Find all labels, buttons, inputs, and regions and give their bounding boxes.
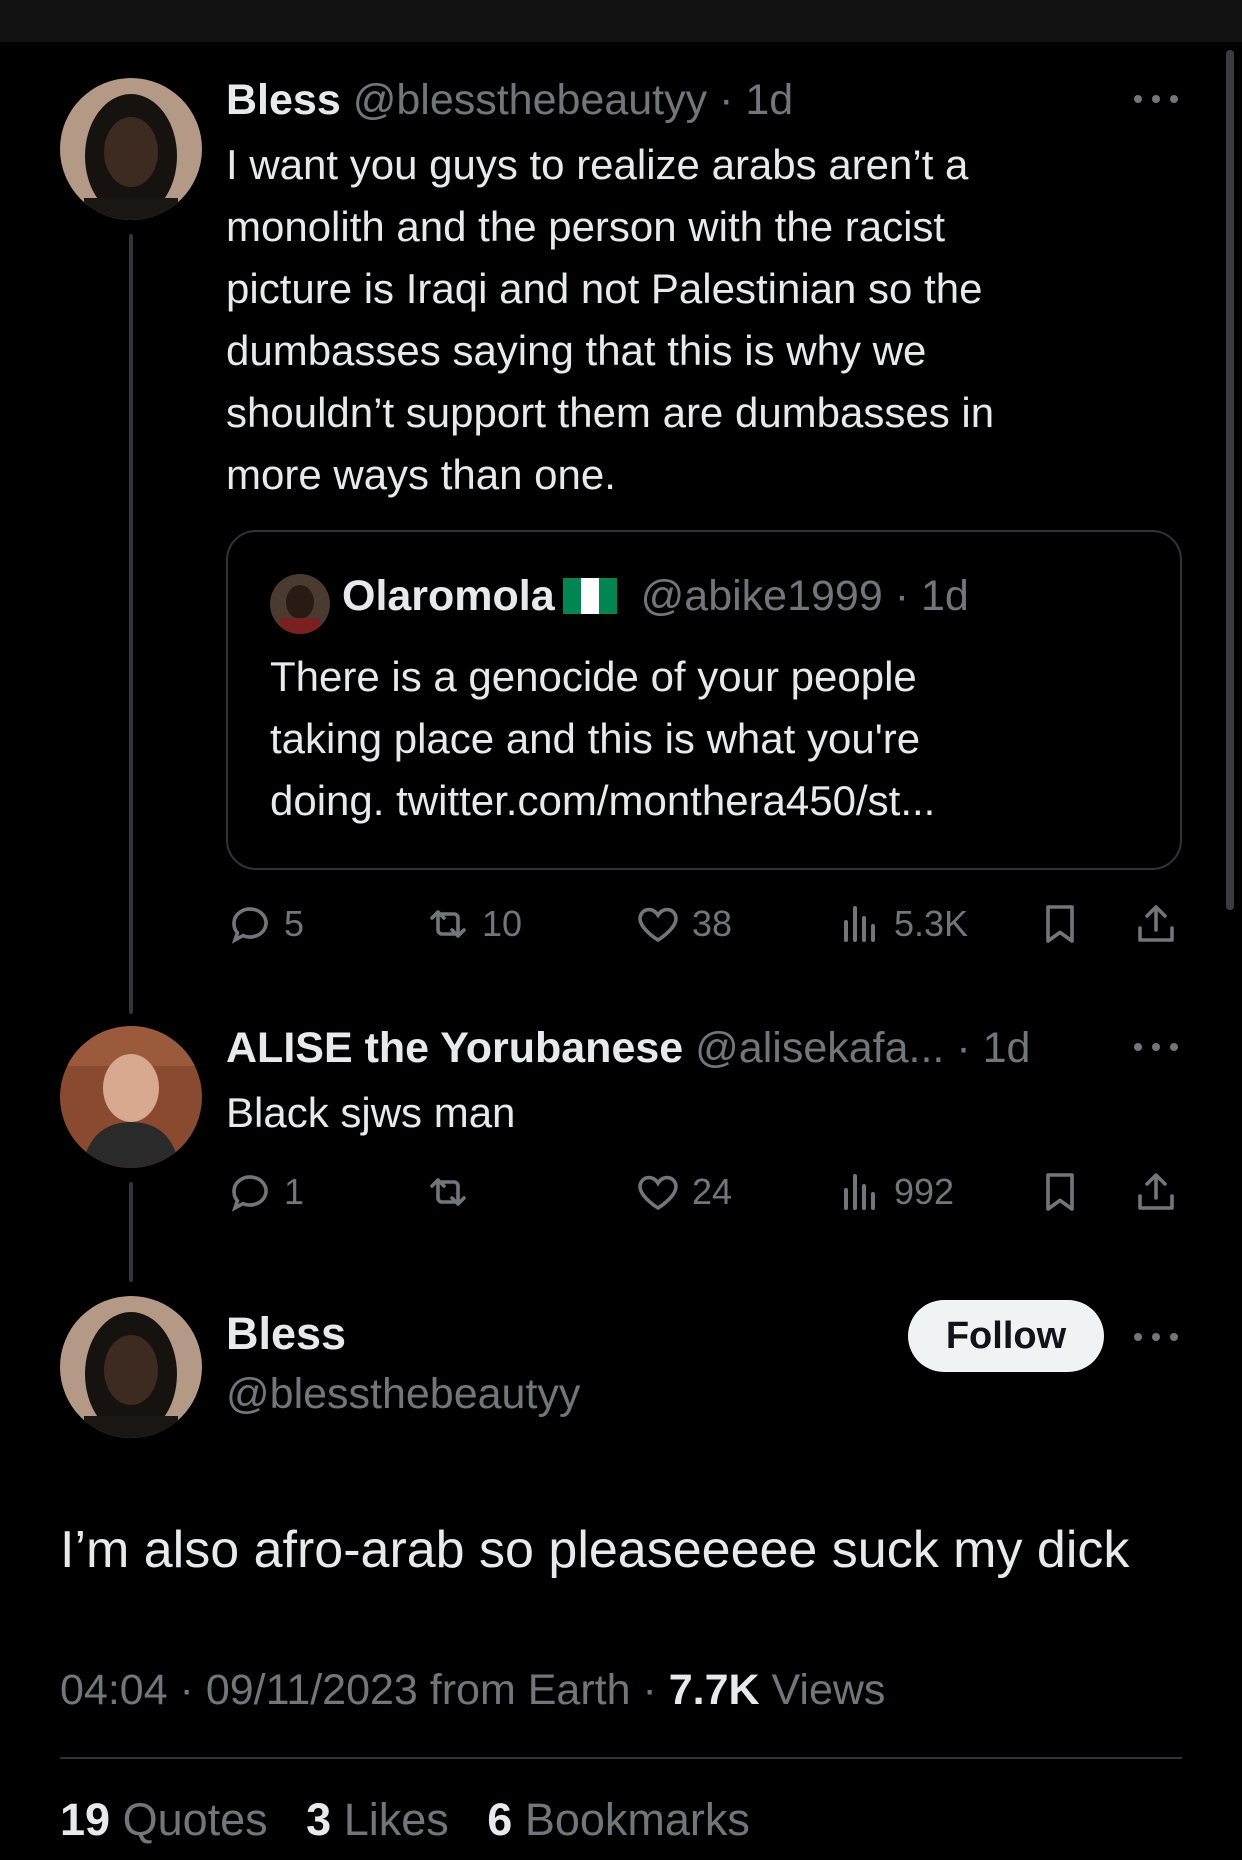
bookmark-icon [1046, 905, 1074, 943]
likes-count: 3 [306, 1794, 332, 1845]
views-count: 7.7K [668, 1666, 760, 1714]
tweet-time[interactable]: · 1d [719, 76, 793, 124]
repost-count: 10 [482, 903, 523, 944]
scrollbar[interactable] [1226, 50, 1234, 910]
quoted-author-name: Olaromola [342, 572, 555, 620]
like-count: 38 [692, 903, 733, 944]
quotes-stat[interactable]: 19 Quotes [60, 1794, 268, 1845]
divider [60, 1757, 1182, 1759]
views-count: 5.3K [894, 903, 969, 944]
reply-bubble-icon [231, 907, 268, 944]
bookmark-icon [1046, 1173, 1074, 1211]
author-handle[interactable]: @blessthebeautyy [226, 1370, 580, 1419]
scrollbar-thumb[interactable] [1226, 50, 1234, 910]
reply-count: 5 [284, 903, 305, 944]
avatar-bless[interactable] [60, 78, 202, 220]
share-upload-icon [1138, 905, 1174, 942]
repost-button[interactable] [424, 1164, 482, 1220]
author-name[interactable]: Bless [226, 76, 341, 124]
quotes-count: 19 [60, 1794, 111, 1845]
views-button[interactable]: 992 [836, 1164, 954, 1220]
heart-icon [638, 907, 678, 943]
more-options-icon[interactable] [1134, 1330, 1178, 1344]
share-button[interactable] [1132, 896, 1180, 952]
like-button[interactable]: 38 [634, 896, 732, 952]
repost-arrows-icon [430, 1178, 466, 1206]
thread-line [129, 1182, 133, 1282]
quoted-author-handle: @abike1999 [640, 572, 883, 620]
author-handle[interactable]: @blessthebeautyy [353, 76, 707, 124]
engagement-stats: 19 Quotes 3 Likes 6 Bookmarks [60, 1794, 750, 1846]
share-upload-icon [1138, 1173, 1174, 1210]
tweet-time[interactable]: · 1d [956, 1024, 1030, 1072]
bar-chart-icon [844, 906, 875, 942]
likes-label: Likes [331, 1794, 449, 1845]
likes-stat[interactable]: 3 Likes [306, 1794, 449, 1845]
heart-icon [638, 1175, 678, 1211]
reply-count: 1 [284, 1171, 305, 1212]
like-button[interactable]: 24 [634, 1164, 732, 1220]
like-count: 24 [692, 1171, 733, 1212]
author-name[interactable]: Bless [226, 1308, 346, 1360]
tweet-actions: 5 10 38 5.3K [226, 896, 1186, 952]
bookmarks-stat[interactable]: 6 Bookmarks [487, 1794, 750, 1845]
avatar-bless[interactable] [60, 1296, 202, 1438]
views-button[interactable]: 5.3K [836, 896, 968, 952]
avatar-alise[interactable] [60, 1026, 202, 1168]
main-tweet-text: I’m also afro-arab so pleaseeeee suck my… [60, 1521, 1130, 1579]
author-name[interactable]: ALISE the Yorubanese [226, 1024, 683, 1072]
bookmarks-label: Bookmarks [512, 1794, 750, 1845]
author-handle[interactable]: @alisekafa... [695, 1024, 944, 1072]
bookmark-button[interactable] [1036, 1164, 1084, 1220]
quoted-time: · 1d [894, 572, 969, 620]
reply-button[interactable]: 1 [226, 1164, 304, 1220]
top-status-bar [0, 0, 1242, 42]
reply-bubble-icon [231, 1175, 268, 1212]
thread-line [129, 234, 133, 1014]
tweet-text: Black sjws man [226, 1089, 516, 1136]
tweet-text: I want you guys to realize arabs aren’t … [226, 141, 995, 498]
more-options-icon[interactable] [1134, 1040, 1178, 1054]
bookmarks-count: 6 [487, 1794, 513, 1845]
quoted-header: Olaromola @abike1999 · 1d [342, 572, 969, 621]
reply-button[interactable]: 5 [226, 896, 304, 952]
repost-arrows-icon [430, 910, 466, 938]
share-button[interactable] [1132, 1164, 1180, 1220]
views-label: Views [759, 1666, 886, 1714]
tweet-meta: 04:04 · 09/11/2023 from Earth · 7.7K Vie… [60, 1666, 885, 1715]
nigeria-flag-icon [562, 578, 617, 614]
follow-button[interactable]: Follow [908, 1300, 1104, 1372]
more-options-icon[interactable] [1134, 92, 1178, 106]
tweet-header: ALISE the Yorubanese @alisekafa... · 1d [226, 1024, 1030, 1073]
quotes-label: Quotes [110, 1794, 268, 1845]
quoted-avatar [270, 574, 330, 634]
tweet-timestamp[interactable]: 04:04 · 09/11/2023 from Earth · [60, 1666, 669, 1714]
views-count: 992 [894, 1171, 955, 1212]
bookmark-button[interactable] [1036, 896, 1084, 952]
quoted-tweet-card[interactable]: Olaromola @abike1999 · 1d There is a gen… [226, 530, 1182, 870]
tweet-header: Bless @blessthebeautyy · 1d [226, 76, 793, 125]
quoted-text: There is a genocide of your people takin… [270, 653, 936, 824]
repost-button[interactable]: 10 [424, 896, 522, 952]
tweet-actions: 1 24 992 [226, 1164, 1186, 1220]
bar-chart-icon [844, 1174, 875, 1210]
